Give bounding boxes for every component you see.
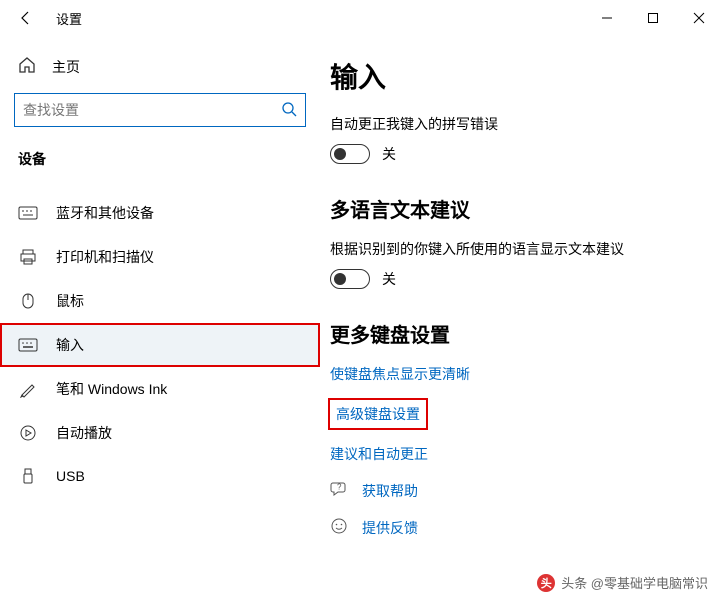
sidebar-home-label: 主页 (52, 57, 80, 77)
sidebar-item-label: 自动播放 (56, 423, 112, 443)
sidebar-item-typing[interactable]: 输入 (0, 323, 320, 367)
window-title: 设置 (44, 9, 82, 28)
sidebar-section-label: 设备 (0, 141, 320, 179)
search-input-wrap[interactable] (14, 93, 306, 127)
back-button[interactable] (8, 0, 44, 36)
setting-multilang-desc: 根据识别到的你键入所使用的语言显示文本建议 (330, 239, 712, 259)
heading-more-keyboard: 更多键盘设置 (330, 319, 712, 348)
maximize-button[interactable] (630, 2, 676, 34)
sidebar: 主页 设备 蓝牙和其他设备 (0, 36, 320, 606)
sidebar-item-autoplay[interactable]: 自动播放 (0, 411, 320, 455)
pen-icon (18, 380, 38, 398)
sidebar-item-label: 蓝牙和其他设备 (56, 203, 154, 223)
heading-multilang: 多语言文本建议 (330, 194, 712, 223)
sidebar-item-pen[interactable]: 笔和 Windows Ink (0, 367, 320, 411)
toggle-spelling[interactable] (330, 144, 370, 164)
get-help-label: 获取帮助 (362, 481, 418, 501)
usb-icon (18, 467, 38, 485)
toggle-multilang-state: 关 (382, 269, 396, 289)
svg-text:?: ? (337, 483, 342, 492)
home-icon (18, 56, 36, 77)
sidebar-item-printers[interactable]: 打印机和扫描仪 (0, 235, 320, 279)
feedback-icon (330, 517, 348, 538)
feedback-label: 提供反馈 (362, 518, 418, 538)
sidebar-item-bluetooth[interactable]: 蓝牙和其他设备 (0, 191, 320, 235)
toggle-spelling-state: 关 (382, 144, 396, 164)
link-advanced-keyboard[interactable]: 高级键盘设置 (330, 400, 426, 428)
setting-spelling-label: 自动更正我键入的拼写错误 (330, 114, 712, 134)
printer-icon (18, 248, 38, 266)
link-suggestions-autocorrect[interactable]: 建议和自动更正 (330, 444, 712, 464)
watermark-icon: 头 (537, 574, 555, 592)
watermark-text: 头条 @零基础学电脑常识 (561, 573, 708, 592)
feedback-row[interactable]: 提供反馈 (330, 517, 712, 538)
main-panel: 输入 自动更正我键入的拼写错误 关 多语言文本建议 根据识别到的你键入所使用的语… (320, 36, 722, 606)
page-title: 输入 (330, 56, 712, 96)
keyboard-device-icon (18, 206, 38, 220)
sidebar-nav: 蓝牙和其他设备 打印机和扫描仪 鼠标 (0, 191, 320, 497)
sidebar-item-label: 鼠标 (56, 291, 84, 311)
sidebar-home[interactable]: 主页 (0, 46, 320, 87)
sidebar-item-mouse[interactable]: 鼠标 (0, 279, 320, 323)
get-help-row[interactable]: ? 获取帮助 (330, 480, 712, 501)
sidebar-item-label: 输入 (56, 335, 84, 355)
sidebar-item-label: USB (56, 468, 85, 484)
sidebar-item-label: 笔和 Windows Ink (56, 379, 167, 399)
sidebar-item-usb[interactable]: USB (0, 455, 320, 497)
mouse-icon (18, 292, 38, 310)
toggle-multilang[interactable] (330, 269, 370, 289)
sidebar-item-label: 打印机和扫描仪 (56, 247, 154, 267)
search-icon (281, 101, 297, 120)
search-input[interactable] (23, 102, 281, 118)
close-button[interactable] (676, 2, 722, 34)
watermark: 头 头条 @零基础学电脑常识 (537, 573, 708, 592)
link-keyboard-focus[interactable]: 使键盘焦点显示更清晰 (330, 364, 712, 384)
autoplay-icon (18, 424, 38, 442)
keyboard-icon (18, 338, 38, 352)
help-icon: ? (330, 480, 348, 501)
minimize-button[interactable] (584, 2, 630, 34)
